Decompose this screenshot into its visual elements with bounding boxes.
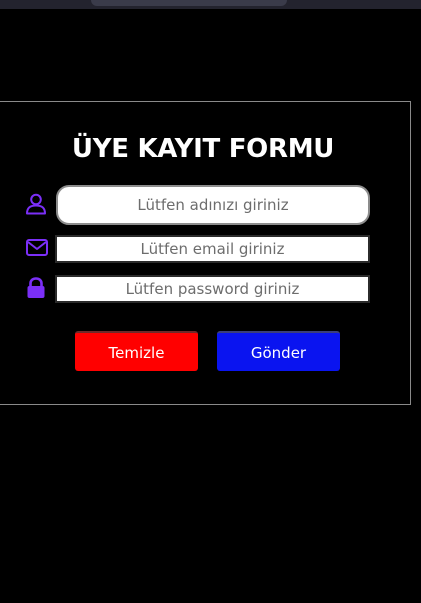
email-input[interactable]: Lütfen email giriniz: [55, 235, 370, 263]
envelope-icon: [25, 236, 49, 260]
user-icon: [24, 192, 48, 216]
browser-top-strip: [0, 0, 421, 9]
form-title: ÜYE KAYIT FORMU: [71, 134, 335, 164]
send-button[interactable]: Gönder: [217, 331, 340, 371]
name-input[interactable]: Lütfen adınızı giriniz: [56, 185, 370, 225]
browser-tab[interactable]: [91, 0, 287, 6]
clear-button[interactable]: Temizle: [75, 331, 198, 371]
lock-icon: [24, 276, 48, 300]
password-input[interactable]: Lütfen password giriniz: [55, 275, 370, 303]
